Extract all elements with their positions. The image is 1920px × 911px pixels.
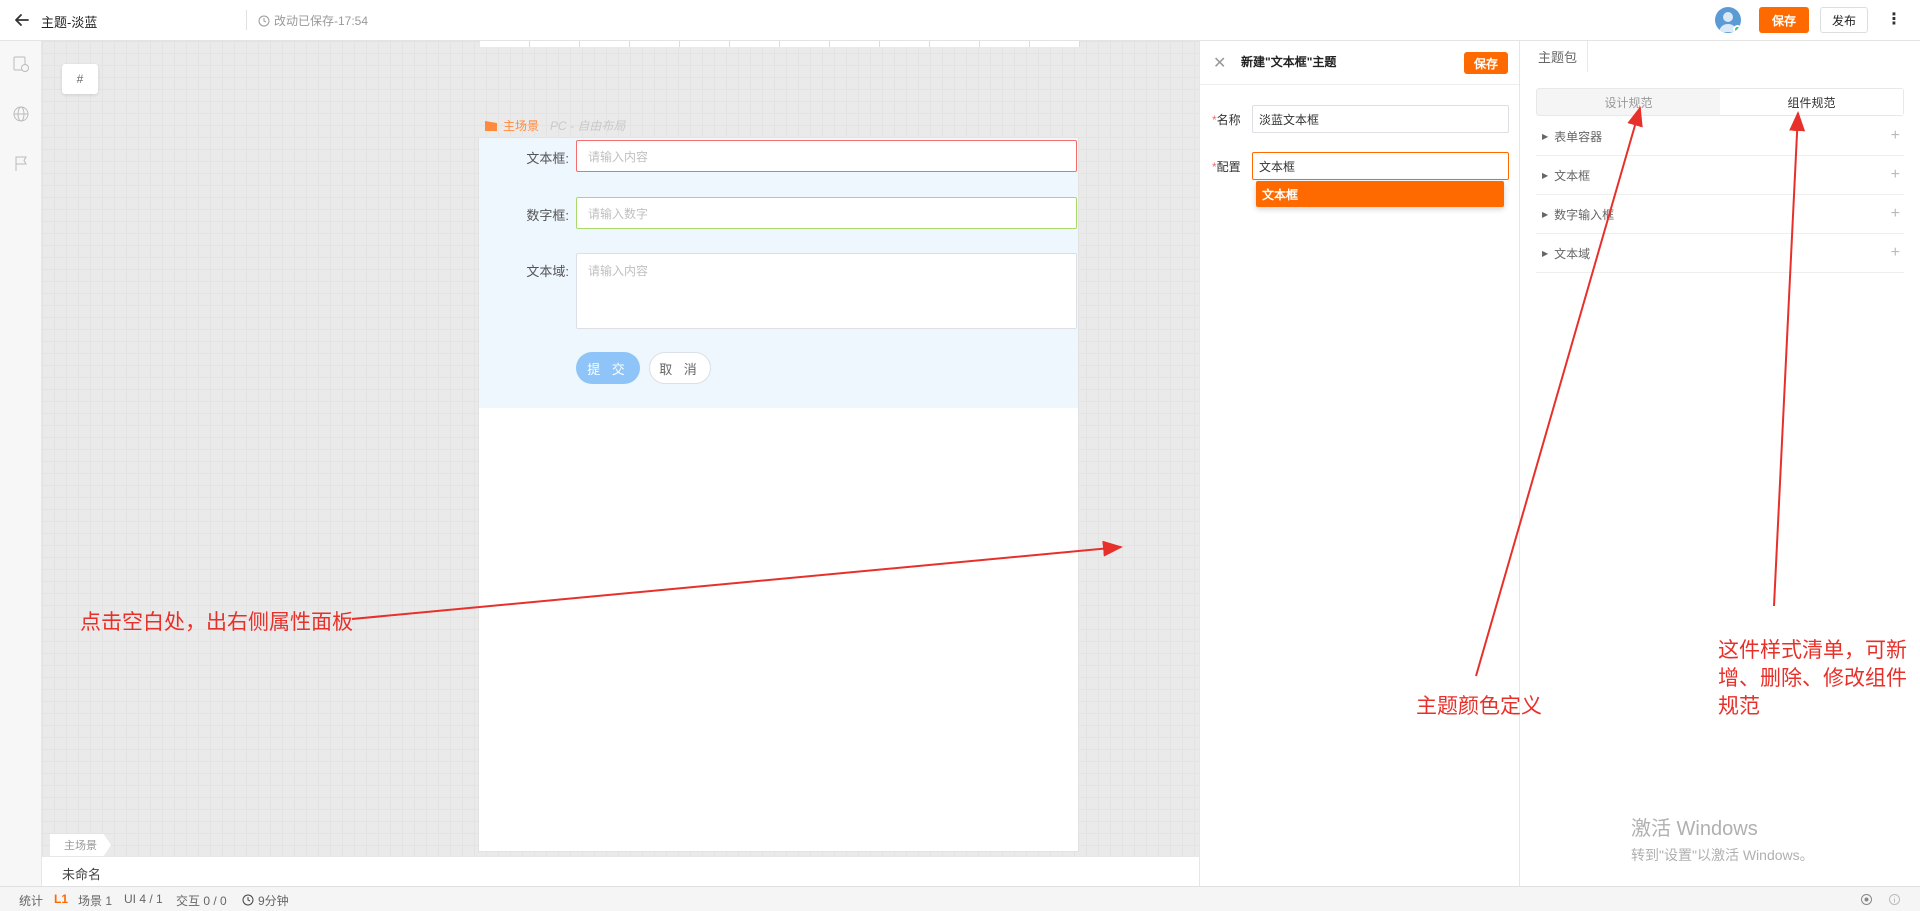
component-library-icon[interactable] (11, 54, 31, 74)
list-item[interactable]: ▶ 数字输入框 + (1536, 195, 1904, 234)
duration: 9分钟 (258, 894, 289, 908)
close-icon[interactable]: ✕ (1213, 53, 1226, 73)
annotation-middle: 主题颜色定义 (1416, 695, 1542, 718)
config-label: *配置 (1212, 160, 1241, 174)
submit-button[interactable]: 提 交 (576, 352, 640, 384)
watermark-title: 激活 Windows (1631, 818, 1758, 840)
plus-icon[interactable]: + (1891, 127, 1900, 145)
annotation-left: 点击空白处，出右侧属性面板 (80, 611, 353, 634)
caret-right-icon: ▶ (1542, 170, 1549, 180)
property-panel: ✕ 新建"文本框"主题 保存 *名称 淡蓝文本框 *配置 文本框 文本框 (1199, 41, 1519, 886)
config-select[interactable]: 文本框 (1252, 152, 1509, 180)
cancel-button[interactable]: 取 消 (649, 352, 711, 384)
property-panel-title: 新建"文本框"主题 (1241, 55, 1337, 69)
flag-icon[interactable] (11, 154, 31, 174)
clock-icon (242, 894, 254, 906)
caret-right-icon: ▶ (1542, 131, 1549, 141)
plus-icon[interactable]: + (1891, 166, 1900, 184)
number-field-label: 数字框: (526, 208, 569, 223)
scene-tab[interactable]: 主场景 (50, 834, 111, 856)
save-status: 改动已保存-17:54 (258, 12, 368, 29)
theme-pack-panel: 主题包 设计规范 组件规范 ▶ 表单容器 + ▶ 文本框 + ▶ 数字输入框 + ▶ 文本域 + (1519, 41, 1920, 886)
ui-count: UI 4 / 1 (124, 892, 163, 906)
save-button[interactable]: 保存 (1759, 7, 1809, 33)
name-input[interactable]: 淡蓝文本框 (1252, 105, 1509, 133)
settings-icon[interactable] (1860, 893, 1873, 906)
property-panel-header: ✕ 新建"文本框"主题 保存 (1200, 41, 1519, 85)
scene-label: 主场景 PC - 自由布局 (484, 117, 625, 134)
scene-count: 场景 1 (78, 894, 113, 908)
plus-icon[interactable]: + (1891, 244, 1900, 262)
left-rail (0, 41, 42, 886)
more-icon[interactable]: ⋮ (1884, 9, 1904, 31)
avatar[interactable] (1715, 7, 1741, 33)
back-arrow-icon[interactable] (12, 10, 32, 30)
annotation-right: 这件样式清单，可新增、删除、修改组件规范 (1718, 639, 1907, 718)
tab-theme-pack[interactable]: 主题包 (1528, 41, 1588, 73)
list-item[interactable]: ▶ 表单容器 + (1536, 117, 1904, 156)
textarea-label: 文本域: (526, 264, 569, 279)
activation-watermark: 激活 Windows 转到"设置"以激活 Windows。 (1631, 812, 1814, 865)
status-bar: 统计 L1 场景 1 UI 4 / 1 交互 0 / 0 9分钟 (0, 886, 1920, 911)
document-name-bar: 未命名 (42, 856, 1199, 886)
top-ruler (480, 41, 1080, 47)
number-field[interactable]: 请输入数字 (576, 197, 1077, 229)
online-indicator (1733, 25, 1741, 33)
globe-icon[interactable] (11, 104, 31, 124)
document-title: 主题-淡蓝 (41, 15, 98, 30)
textarea-field[interactable]: 请输入内容 (576, 253, 1077, 329)
watermark-subtitle: 转到"设置"以激活 Windows。 (1631, 847, 1814, 863)
config-option[interactable]: 文本框 (1256, 181, 1504, 207)
scene-mode: PC - 自由布局 (550, 119, 626, 133)
tab-design-spec[interactable]: 设计规范 (1537, 89, 1720, 115)
stats-label: 统计 (19, 894, 44, 908)
list-item[interactable]: ▶ 文本域 + (1536, 234, 1904, 273)
caret-right-icon: ▶ (1542, 248, 1549, 258)
clapperboard-icon (485, 120, 497, 131)
property-save-button[interactable]: 保存 (1464, 52, 1508, 74)
grid-toggle-button[interactable]: # (62, 64, 98, 94)
level-badge: L1 (54, 892, 69, 906)
tab-component-spec[interactable]: 组件规范 (1720, 89, 1903, 115)
top-bar: 主题-淡蓝 改动已保存-17:54 保存 发布 ⋮ (0, 0, 1920, 41)
document-name[interactable]: 未命名 (62, 864, 101, 883)
name-label: *名称 (1212, 113, 1241, 127)
publish-button[interactable]: 发布 (1820, 7, 1868, 33)
interaction-count: 交互 0 / 0 (176, 894, 227, 908)
form-container[interactable]: 文本框: 请输入内容 数字框: 请输入数字 文本域: 请输入内容 提 交 取 消 (479, 138, 1078, 408)
spec-segment: 设计规范 组件规范 (1536, 88, 1904, 116)
caret-right-icon: ▶ (1542, 209, 1549, 219)
divider (246, 10, 247, 30)
scene-name: 主场景 (503, 119, 540, 133)
text-field[interactable]: 请输入内容 (576, 140, 1077, 172)
text-field-label: 文本框: (526, 151, 569, 166)
list-item[interactable]: ▶ 文本框 + (1536, 156, 1904, 195)
clock-icon (258, 15, 270, 26)
plus-icon[interactable]: + (1891, 205, 1900, 223)
scene-frame[interactable]: 文本框: 请输入内容 数字框: 请输入数字 文本域: 请输入内容 提 交 取 消 (478, 137, 1079, 852)
info-icon[interactable] (1888, 893, 1901, 906)
save-status-text: 改动已保存-17:54 (274, 14, 369, 28)
